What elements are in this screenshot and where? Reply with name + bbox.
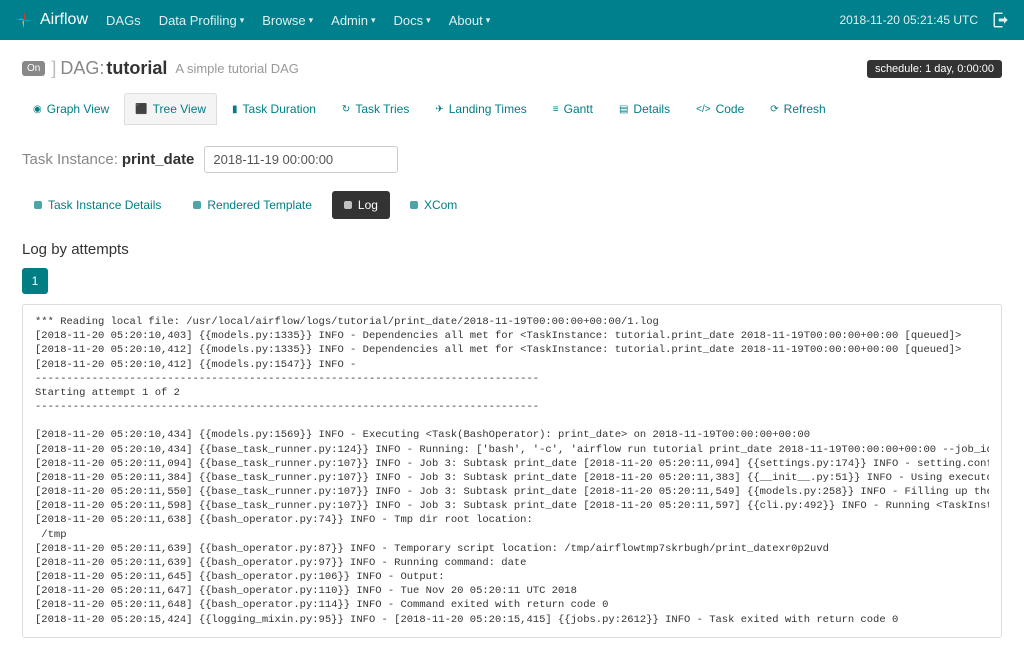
tab-label: Refresh — [784, 102, 826, 116]
airflow-logo-icon — [14, 10, 34, 30]
dag-on-toggle[interactable]: On — [22, 61, 45, 76]
tab-icon: ▮ — [232, 104, 238, 115]
server-clock: 2018-11-20 05:21:45 UTC — [839, 13, 978, 27]
tab-icon: ⬛ — [135, 104, 147, 115]
tab-landing-times[interactable]: ✈ Landing Times — [424, 93, 537, 125]
log-content: *** Reading local file: /usr/local/airfl… — [35, 315, 989, 627]
nav-dags[interactable]: DAGs — [106, 13, 141, 28]
caret-down-icon: ▾ — [486, 15, 491, 26]
ti-task-name: print_date — [122, 151, 195, 168]
nav-data-profiling[interactable]: Data Profiling▾ — [159, 13, 245, 28]
caret-down-icon: ▾ — [240, 15, 245, 26]
subtab-label: XCom — [424, 198, 457, 212]
brand[interactable]: Airflow — [14, 10, 88, 30]
tab-code[interactable]: </> Code — [685, 93, 755, 125]
tab-icon: ↻ — [342, 104, 350, 115]
subtab-label: Log — [358, 198, 378, 212]
tab-icon: ⟳ — [770, 104, 778, 115]
tab-refresh[interactable]: ⟳ Refresh — [759, 93, 836, 125]
nav-about[interactable]: About▾ — [449, 13, 491, 28]
caret-down-icon: ▾ — [371, 15, 376, 26]
task-instance-row: Task Instance: print_date — [22, 146, 1002, 173]
tab-icon: </> — [696, 104, 710, 115]
dag-description: A simple tutorial DAG — [175, 61, 299, 76]
tab-label: Tree View — [153, 102, 206, 116]
log-section-title: Log by attempts — [22, 241, 1002, 258]
subtab-rendered-template[interactable]: Rendered Template — [181, 191, 324, 219]
tab-label: Details — [633, 102, 670, 116]
bullet-icon — [193, 201, 201, 209]
ti-label: Task Instance: — [22, 151, 118, 168]
schedule-badge: schedule: 1 day, 0:00:00 — [867, 60, 1002, 78]
dag-label: DAG: — [60, 58, 104, 79]
bullet-icon — [34, 201, 42, 209]
tab-label: Task Tries — [355, 102, 409, 116]
caret-down-icon: ▾ — [309, 15, 314, 26]
top-navbar: Airflow DAGs Data Profiling▾ Browse▾ Admin▾… — [0, 0, 1024, 40]
tab-task-tries[interactable]: ↻ Task Tries — [331, 93, 420, 125]
nav-browse[interactable]: Browse▾ — [262, 13, 313, 28]
tab-icon: ✈ — [435, 104, 443, 115]
tab-icon: ≡ — [553, 104, 559, 115]
log-output-box: *** Reading local file: /usr/local/airfl… — [22, 304, 1002, 638]
bullet-icon — [344, 201, 352, 209]
subtab-log[interactable]: Log — [332, 191, 390, 219]
dag-header: On ] DAG: tutorial A simple tutorial DAG… — [22, 58, 1002, 79]
caret-down-icon: ▾ — [426, 15, 431, 26]
logout-icon[interactable] — [992, 11, 1010, 29]
tab-graph-view[interactable]: ◉ Graph View — [22, 93, 120, 125]
brand-text: Airflow — [40, 11, 88, 29]
tab-gantt[interactable]: ≡ Gantt — [542, 93, 604, 125]
dag-brackets: ] — [51, 58, 56, 79]
subtab-label: Rendered Template — [207, 198, 312, 212]
task-subtabs: Task Instance Details Rendered Template Lo… — [22, 191, 1002, 219]
subtab-xcom[interactable]: XCom — [398, 191, 469, 219]
tab-label: Gantt — [564, 102, 593, 116]
tab-tree-view[interactable]: ⬛ Tree View — [124, 93, 217, 125]
view-tabs: ◉ Graph View ⬛ Tree View ▮ Task Duration ↻ Task… — [22, 93, 1002, 126]
nav-admin[interactable]: Admin▾ — [331, 13, 375, 28]
tab-details[interactable]: ▤ Details — [608, 93, 681, 125]
tab-label: Landing Times — [449, 102, 527, 116]
tab-label: Code — [716, 102, 745, 116]
attempt-1-button[interactable]: 1 — [22, 268, 48, 294]
bullet-icon — [410, 201, 418, 209]
nav-docs[interactable]: Docs▾ — [394, 13, 431, 28]
subtab-label: Task Instance Details — [48, 198, 161, 212]
tab-label: Graph View — [47, 102, 109, 116]
tab-label: Task Duration — [243, 102, 316, 116]
tab-task-duration[interactable]: ▮ Task Duration — [221, 93, 327, 125]
tab-icon: ◉ — [33, 104, 42, 115]
subtab-task-instance-details[interactable]: Task Instance Details — [22, 191, 173, 219]
dag-name: tutorial — [106, 58, 167, 79]
tab-icon: ▤ — [619, 104, 628, 115]
execution-date-input[interactable] — [204, 146, 398, 173]
